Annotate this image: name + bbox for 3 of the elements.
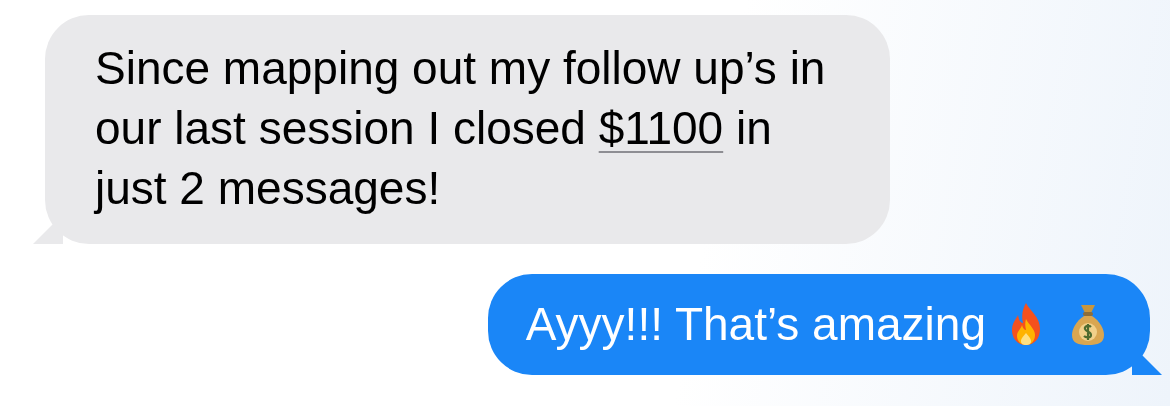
amount-link[interactable]: $1100 — [598, 102, 724, 154]
message-text: Since mapping out my follow up’s in our last session I closed $1100 in just 2 messages! — [95, 41, 827, 216]
message-text: Ayyy!!! That’s amazing — [525, 297, 986, 352]
